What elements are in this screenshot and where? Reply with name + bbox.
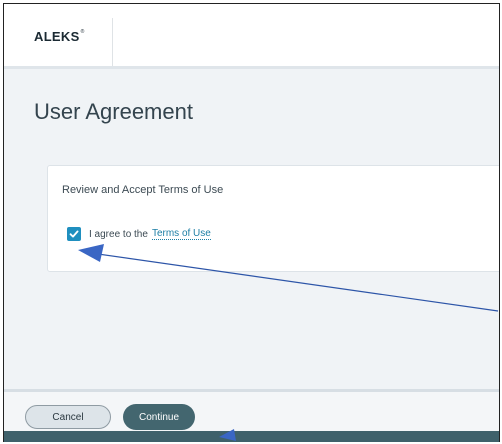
logo-text: ALEKS — [34, 29, 80, 44]
terms-of-use-link[interactable]: Terms of Use — [151, 228, 211, 240]
checkmark-icon — [69, 230, 79, 238]
cancel-button[interactable]: Cancel — [25, 405, 111, 429]
page-title: User Agreement — [34, 99, 193, 124]
app-frame: ALEKS® User Agreement Review and Accept … — [3, 3, 500, 442]
main-content: User Agreement Review and Accept Terms o… — [4, 69, 499, 389]
agree-checkbox[interactable] — [67, 227, 81, 241]
footer-bar: Cancel Continue — [4, 389, 499, 434]
header-divider — [112, 18, 113, 66]
agree-row: I agree to the Terms of Use — [67, 227, 211, 241]
continue-button[interactable]: Continue — [123, 404, 195, 430]
terms-card: Review and Accept Terms of Use I agree t… — [47, 165, 499, 272]
card-title: Review and Accept Terms of Use — [62, 184, 224, 196]
app-header: ALEKS® — [4, 4, 499, 69]
bottom-bar — [4, 431, 499, 442]
logo-mark: ® — [80, 29, 85, 35]
aleks-logo: ALEKS® — [34, 29, 85, 44]
agree-label: I agree to the — [89, 228, 148, 240]
